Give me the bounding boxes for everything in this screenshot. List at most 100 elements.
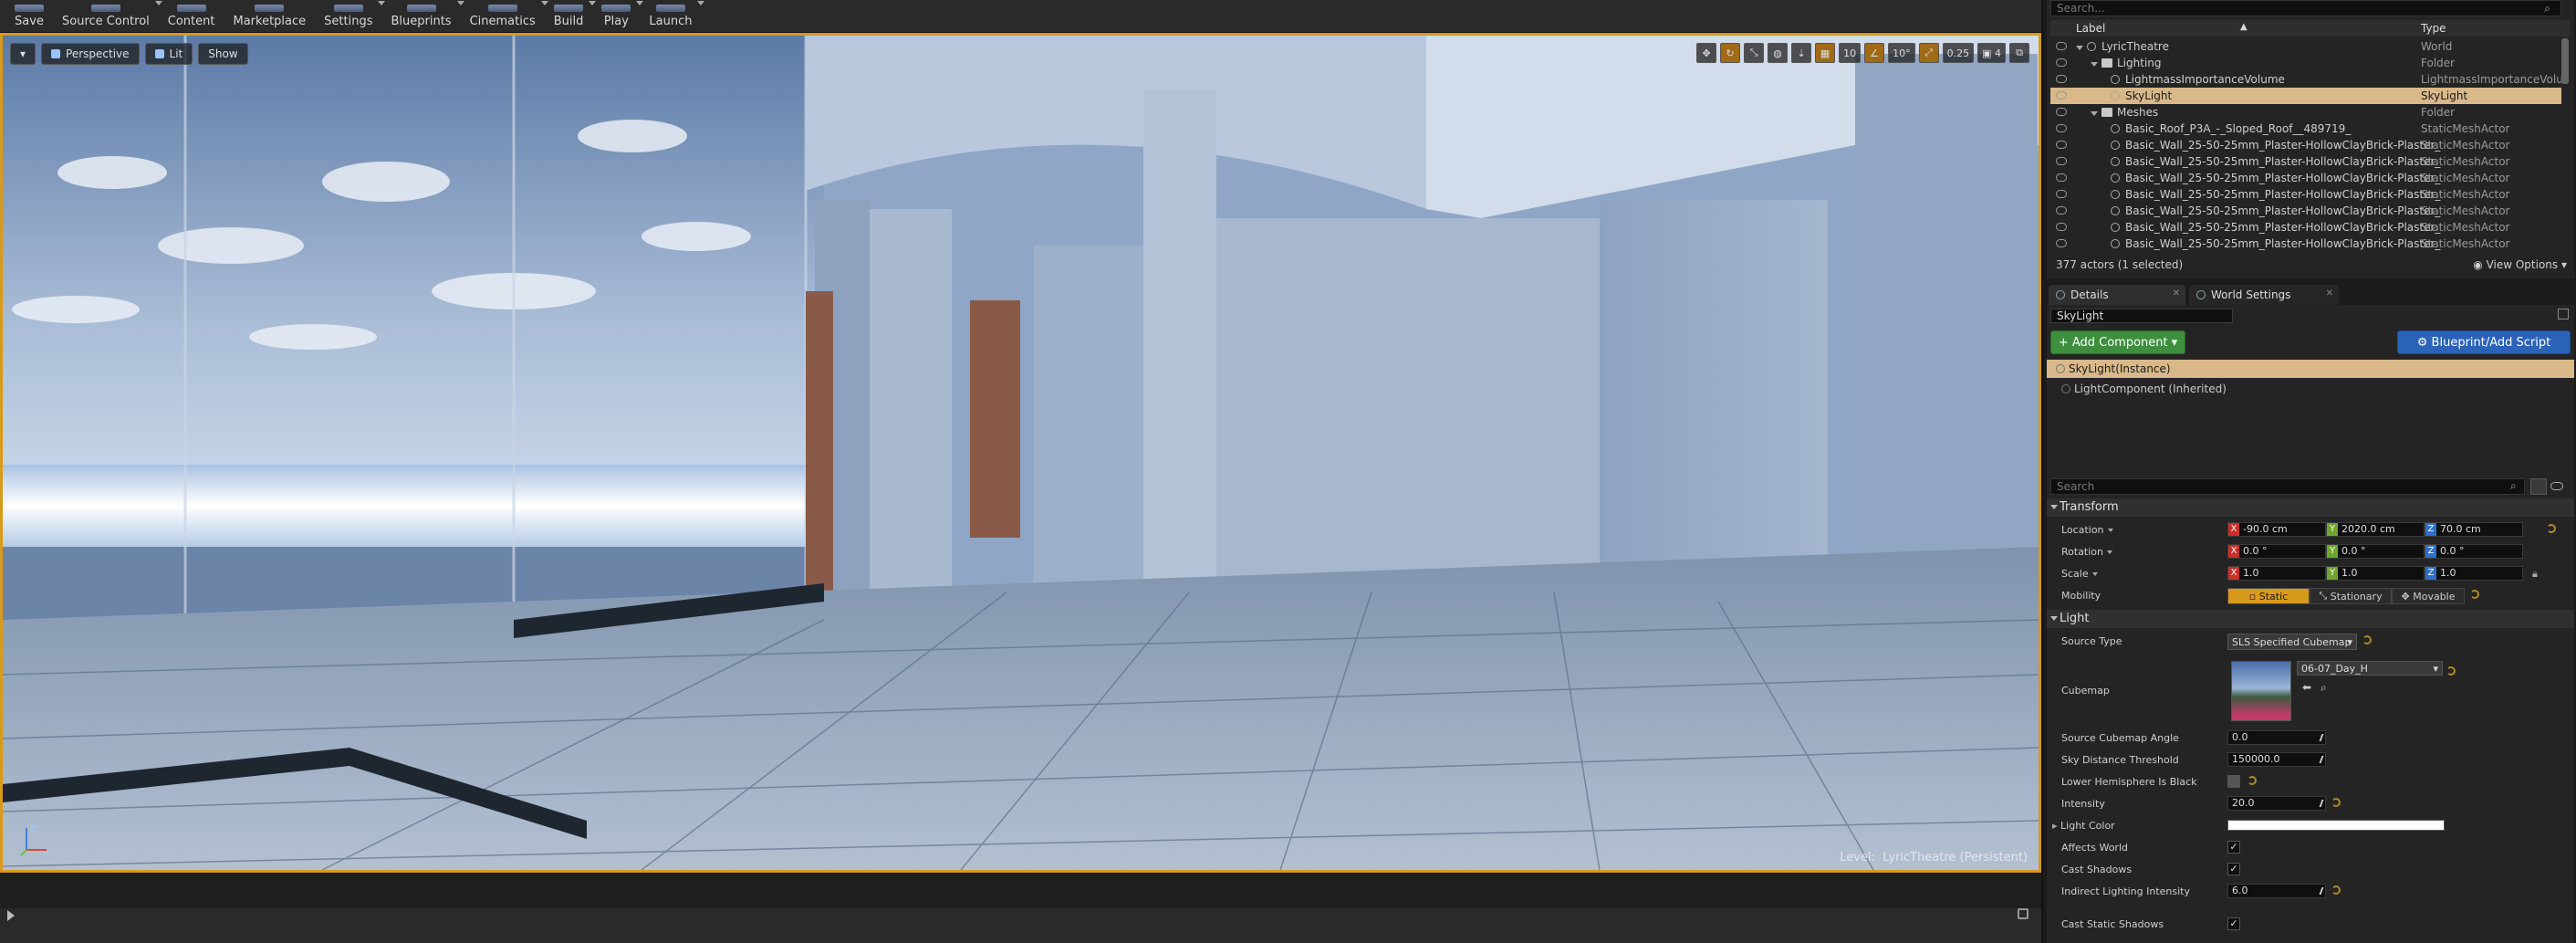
outliner-row-actor-selected[interactable]: SkyLight SkyLight	[2050, 88, 2561, 104]
actor-name-field[interactable]: SkyLight	[2050, 309, 2233, 323]
outliner-row-actor[interactable]: Basic_Wall_25-50-25mm_Plaster-HollowClay…	[2050, 203, 2561, 219]
blueprint-add-script-button[interactable]: ⚙ Blueprint/Add Script	[2397, 330, 2571, 354]
reset-to-default-icon[interactable]	[2247, 776, 2257, 785]
maximize-viewport-icon[interactable]: ⧉	[2009, 43, 2029, 63]
rotation-z-field[interactable]: Z 0.0 °	[2425, 544, 2523, 559]
property-matrix-icon[interactable]	[2530, 478, 2547, 495]
reset-to-default-icon[interactable]	[2446, 666, 2456, 676]
source-cubemap-angle-field[interactable]: 0.0	[2227, 730, 2326, 745]
browse-asset-icon[interactable]: ⌕	[2320, 681, 2327, 695]
mobility-static-button[interactable]: ▫ Static	[2227, 588, 2310, 604]
save-button[interactable]: Save	[5, 0, 53, 32]
eye-icon[interactable]	[2056, 108, 2067, 116]
reset-to-default-icon[interactable]	[2547, 524, 2556, 533]
viewport-options-button[interactable]: ▾	[10, 43, 37, 65]
reset-to-default-icon[interactable]	[2331, 798, 2341, 807]
marketplace-button[interactable]: Marketplace	[224, 0, 315, 32]
search-icon[interactable]: ⌕	[2510, 479, 2517, 493]
add-component-button[interactable]: + Add Component ▾	[2050, 330, 2185, 354]
world-local-icon[interactable]: ◍	[1768, 43, 1789, 63]
reset-to-default-icon[interactable]	[2362, 635, 2372, 644]
eye-icon[interactable]	[2056, 173, 2067, 182]
eye-icon[interactable]	[2056, 75, 2067, 83]
scale-snap-icon[interactable]: ⤢	[1918, 43, 1939, 63]
cast-shadows-checkbox[interactable]: ✓	[2227, 863, 2240, 875]
scale-mode-icon[interactable]: ⤡	[1744, 43, 1765, 63]
rotation-label[interactable]: Rotation	[2061, 546, 2113, 558]
light-color-swatch[interactable]	[2227, 820, 2445, 831]
scale-x-field[interactable]: X 1.0	[2227, 566, 2326, 581]
grid-snap-icon[interactable]: ▦	[1815, 43, 1836, 63]
content-button[interactable]: Content	[159, 0, 224, 32]
eye-icon[interactable]	[2056, 206, 2067, 215]
indirect-lighting-field[interactable]: 6.0	[2227, 884, 2326, 898]
lower-hemisphere-checkbox[interactable]	[2227, 775, 2240, 788]
label-column-header[interactable]: Label	[2076, 22, 2105, 35]
outliner-row-actor[interactable]: Basic_Wall_25-50-25mm_Plaster-HollowClay…	[2050, 137, 2561, 153]
grid-snap-value[interactable]: 10	[1839, 43, 1862, 63]
outliner-row-actor[interactable]: LightmassImportanceVolume LightmassImport…	[2050, 71, 2561, 88]
launch-button[interactable]: Launch	[640, 0, 705, 32]
select-mode-icon[interactable]: ✥	[1696, 43, 1717, 63]
camera-speed-button[interactable]: ▣ 4	[1977, 43, 2006, 63]
chevron-down-icon[interactable]	[2091, 111, 2098, 116]
rotation-x-field[interactable]: X 0.0 °	[2227, 544, 2326, 559]
rotation-snap-icon[interactable]: ∠	[1864, 43, 1885, 63]
outliner-row-world[interactable]: LyricTheatre World	[2050, 38, 2561, 55]
cinematics-button[interactable]: Cinematics	[461, 0, 548, 32]
location-x-field[interactable]: X -90.0 cm	[2227, 522, 2326, 537]
tab-details[interactable]: Details ✕	[2049, 285, 2185, 305]
chevron-down-icon[interactable]	[2076, 46, 2083, 50]
play-icon[interactable]	[7, 910, 15, 921]
outliner-row-folder[interactable]: Meshes Folder	[2050, 104, 2561, 120]
scale-snap-value[interactable]: 0.25	[1942, 43, 1975, 63]
mobility-movable-button[interactable]: ✥ Movable	[2392, 588, 2465, 604]
view-options-button[interactable]: ◉ View Options ▾	[2473, 258, 2567, 271]
intensity-field[interactable]: 20.0	[2227, 796, 2326, 811]
eye-icon[interactable]	[2056, 239, 2067, 247]
reset-to-default-icon[interactable]	[2470, 590, 2479, 599]
location-y-field[interactable]: Y 2020.0 cm	[2326, 522, 2425, 537]
light-component-row[interactable]: LightComponent (Inherited)	[2047, 380, 2574, 398]
close-icon[interactable]: ✕	[2326, 288, 2333, 299]
scale-label[interactable]: Scale	[2061, 568, 2098, 580]
location-z-field[interactable]: Z 70.0 cm	[2425, 522, 2523, 537]
outliner-row-folder[interactable]: Lighting Folder	[2050, 55, 2561, 71]
outliner-row-actor[interactable]: Basic_Wall_25-50-25mm_Plaster-HollowClay…	[2050, 236, 2561, 250]
rotate-mode-icon[interactable]: ↻	[1720, 43, 1741, 63]
scale-y-field[interactable]: Y 1.0	[2326, 566, 2425, 581]
rotation-snap-value[interactable]: 10°	[1888, 43, 1915, 63]
eye-icon[interactable]	[2056, 58, 2067, 67]
surface-snap-icon[interactable]: ⇣	[1791, 43, 1812, 63]
light-category[interactable]: Light	[2047, 610, 2574, 628]
perspective-button[interactable]: Perspective	[41, 43, 140, 65]
type-column-header[interactable]: Type	[2421, 22, 2446, 35]
sky-distance-threshold-field[interactable]: 150000.0	[2227, 752, 2326, 767]
outliner-search-input[interactable]: Search...	[2050, 0, 2561, 16]
show-button[interactable]: Show	[198, 43, 248, 65]
lock-scale-icon[interactable]: 🔒︎	[2532, 568, 2538, 581]
use-selected-asset-icon[interactable]: ⬅	[2302, 681, 2311, 694]
tab-world-settings[interactable]: World Settings ✕	[2189, 285, 2339, 305]
blueprints-button[interactable]: Blueprints	[381, 0, 464, 32]
eye-icon[interactable]	[2550, 482, 2563, 490]
outliner-row-actor[interactable]: Basic_Wall_25-50-25mm_Plaster-HollowClay…	[2050, 170, 2561, 186]
source-type-dropdown[interactable]: SLS Specified Cubemap ▾	[2227, 634, 2357, 650]
outliner-scrollbar[interactable]	[2561, 38, 2569, 84]
eye-icon[interactable]	[2056, 223, 2067, 231]
eye-icon[interactable]	[2056, 157, 2067, 165]
level-viewport[interactable]: ▾ Perspective Lit Show ✥ ↻ ⤡ ◍ ⇣ ▦ 10 ∠ …	[0, 33, 2041, 873]
search-icon[interactable]: ⌕	[2544, 2, 2550, 16]
property-search-input[interactable]: Search	[2050, 478, 2525, 495]
cubemap-asset-dropdown[interactable]: 06-07_Day_H ▾	[2297, 661, 2443, 676]
eye-icon[interactable]	[2056, 190, 2067, 198]
play-button[interactable]: Play	[592, 0, 644, 32]
eye-icon[interactable]	[2056, 141, 2067, 149]
cubemap-thumbnail[interactable]	[2231, 661, 2291, 721]
close-icon[interactable]: ✕	[2173, 288, 2180, 299]
rotation-y-field[interactable]: Y 0.0 °	[2326, 544, 2425, 559]
eye-icon[interactable]	[2056, 124, 2067, 132]
affects-world-checkbox[interactable]: ✓	[2227, 841, 2240, 854]
lock-icon[interactable]	[2018, 908, 2028, 919]
component-instance-row[interactable]: SkyLight(Instance)	[2047, 360, 2574, 378]
